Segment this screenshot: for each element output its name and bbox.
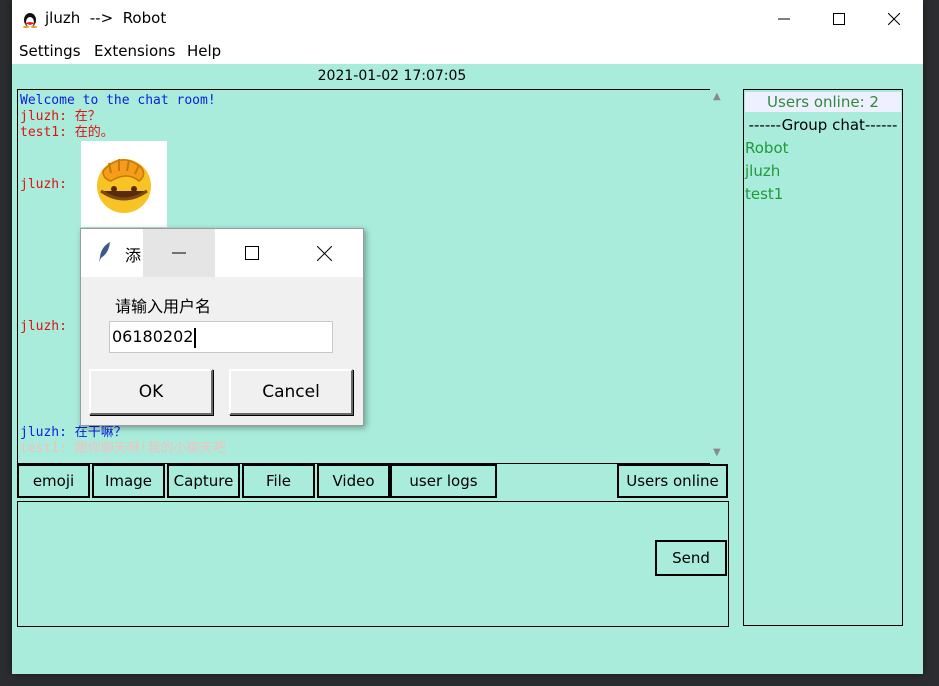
username-input[interactable]: 06180202 [109,321,333,353]
minimize-icon [172,252,186,254]
user-logs-button[interactable]: user logs [390,464,497,498]
image-button[interactable]: Image [92,464,165,498]
chat-message: jluzh: 在？ [20,109,101,124]
file-button[interactable]: File [242,464,315,498]
scroll-up-icon[interactable]: ▲ [713,91,721,102]
facepalm-emoji-icon [97,159,151,213]
maximize-icon [833,13,845,25]
text-caret [194,327,197,348]
minimize-button[interactable] [755,0,813,38]
chat-message-sender: jluzh: [20,319,67,334]
facepalm-emoji-image [81,141,167,227]
send-button[interactable]: Send [655,540,727,576]
ok-button[interactable]: OK [89,369,213,415]
background-editor-right [921,0,939,686]
maximize-icon[interactable] [245,246,259,260]
users-online-button[interactable]: Users online [617,464,728,498]
chat-message: test1: 在的。 [20,125,114,140]
users-online-count: Users online: 2 [745,92,901,112]
add-user-dialog: 添 请输入用户名 06180202 OK Cancel [80,228,364,426]
user-item-test1[interactable]: test1 [745,185,783,203]
username-prompt: 请输入用户名 [115,297,212,316]
title-bar[interactable]: jluzh --> Robot [12,0,923,38]
video-button[interactable]: Video [317,464,390,498]
menu-bar: Settings Extensions Help [12,38,923,64]
chat-message-sender: jluzh: [20,177,67,192]
menu-help[interactable]: Help [187,42,221,60]
group-chat-item[interactable]: ------Group chat------ [744,116,902,134]
menu-extensions[interactable]: Extensions [94,42,175,60]
close-icon [888,13,900,25]
window-title: jluzh --> Robot [45,9,167,27]
scroll-down-icon[interactable]: ▼ [713,447,721,458]
user-item-jluzh[interactable]: jluzh [745,162,780,180]
minimize-icon [778,18,790,20]
background-editor-bottom [0,672,939,686]
menu-settings[interactable]: Settings [19,42,81,60]
cancel-button[interactable]: Cancel [229,369,353,415]
username-value: 06180202 [112,327,194,346]
chat-message: test1: 跟你聊天呀!我的小聊天吧 [20,441,226,456]
message-input[interactable] [17,501,729,627]
chat-scrollbar[interactable]: ▲ ▼ [710,89,728,464]
capture-button[interactable]: Capture [167,464,240,498]
dialog-title-bar[interactable]: 添 [81,229,363,277]
feather-icon [99,242,110,262]
penguin-app-icon [23,13,37,28]
users-panel: Users online: 2 ------Group chat------ R… [743,89,903,626]
dialog-title: 添 [125,246,142,265]
chat-message: jluzh: 在干嘛？ [20,425,127,440]
background-editor-left [0,0,12,686]
dialog-minimize-button[interactable] [143,229,215,277]
welcome-message: Welcome to the chat room! [20,93,216,108]
emoji-button[interactable]: emoji [17,464,90,498]
user-item-robot[interactable]: Robot [745,139,789,157]
close-button[interactable] [865,0,923,38]
timestamp: 2021-01-02 17:07:05 [317,68,467,84]
close-icon[interactable] [317,246,332,261]
maximize-button[interactable] [810,0,868,38]
